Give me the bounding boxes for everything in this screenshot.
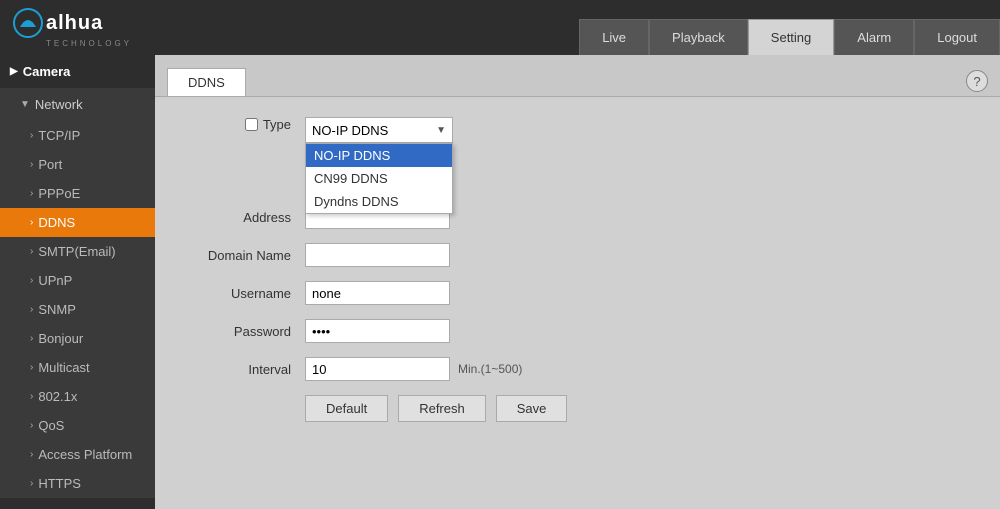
interval-hint: Min.(1~500) (458, 362, 522, 376)
username-input[interactable] (305, 281, 450, 305)
sidebar-item-snmp[interactable]: › SNMP (0, 295, 155, 324)
sidebar-item-qos[interactable]: › QoS (0, 411, 155, 440)
save-button[interactable]: Save (496, 395, 568, 422)
sidebar-item-network[interactable]: ▼ Network (0, 88, 155, 121)
sidebar-item-multicast[interactable]: › Multicast (0, 353, 155, 382)
interval-label: Interval (248, 362, 291, 377)
sidebar-label-camera: Camera (23, 64, 71, 79)
sidebar-label-8021x: 802.1x (38, 389, 77, 404)
sidebar-item-upnp[interactable]: › UPnP (0, 266, 155, 295)
sidebar-item-camera[interactable]: ▶ Camera (0, 55, 155, 88)
tab-playback[interactable]: Playback (649, 19, 748, 55)
camera-arrow-icon: ▶ (10, 66, 18, 77)
port-arrow-icon: › (30, 159, 33, 170)
bonjour-arrow-icon: › (30, 333, 33, 344)
type-dropdown-list: NO-IP DDNS CN99 DDNS Dyndns DDNS (305, 143, 453, 214)
sidebar-item-https[interactable]: › HTTPS (0, 469, 155, 498)
smtp-arrow-icon: › (30, 246, 33, 257)
sidebar-item-tcpip[interactable]: › TCP/IP (0, 121, 155, 150)
sidebar-label-access-platform: Access Platform (38, 447, 132, 462)
dropdown-option-noip[interactable]: NO-IP DDNS (306, 144, 452, 167)
logo: alhua TECHNOLOGY (0, 1, 155, 54)
username-row: Username (185, 281, 970, 305)
password-input[interactable] (305, 319, 450, 343)
sidebar-label-network: Network (35, 97, 83, 112)
access-platform-arrow-icon: › (30, 449, 33, 460)
sidebar: ▶ Camera ▼ Network › TCP/IP › Port › PPP… (0, 55, 155, 509)
tab-logout[interactable]: Logout (914, 19, 1000, 55)
tab-setting[interactable]: Setting (748, 19, 834, 55)
sidebar-label-ddns: DDNS (38, 215, 75, 230)
sidebar-label-tcpip: TCP/IP (38, 128, 80, 143)
form-area: Type NO-IP DDNS ▼ NO-IP DDNS CN99 DDNS D… (155, 97, 1000, 509)
sidebar-item-pppoe[interactable]: › PPPoE (0, 179, 155, 208)
page-tab-label: DDNS (167, 68, 246, 96)
dropdown-option-cn99[interactable]: CN99 DDNS (306, 167, 452, 190)
sidebar-label-upnp: UPnP (38, 273, 72, 288)
type-label: Type (263, 117, 291, 132)
sidebar-item-event[interactable]: ▶ Event (0, 498, 155, 509)
dropdown-arrow-icon: ▼ (436, 125, 446, 136)
snmp-arrow-icon: › (30, 304, 33, 315)
sidebar-label-pppoe: PPPoE (38, 186, 80, 201)
type-checkbox[interactable] (245, 118, 258, 131)
logo-sub: TECHNOLOGY (46, 39, 132, 48)
sidebar-label-multicast: Multicast (38, 360, 89, 375)
domain-name-row: Domain Name (185, 243, 970, 267)
default-button[interactable]: Default (305, 395, 388, 422)
content-area: DDNS ? Type NO-IP DDNS ▼ NO-IP DDNS (155, 55, 1000, 509)
sidebar-item-ddns[interactable]: › DDNS (0, 208, 155, 237)
sidebar-label-smtp: SMTP(Email) (38, 244, 115, 259)
dropdown-option-dyndns[interactable]: Dyndns DDNS (306, 190, 452, 213)
address-row: Address (185, 205, 970, 229)
sidebar-label-bonjour: Bonjour (38, 331, 83, 346)
sidebar-item-8021x[interactable]: › 802.1x (0, 382, 155, 411)
tcpip-arrow-icon: › (30, 130, 33, 141)
sidebar-item-access-platform[interactable]: › Access Platform (0, 440, 155, 469)
sidebar-item-port[interactable]: › Port (0, 150, 155, 179)
tab-alarm[interactable]: Alarm (834, 19, 914, 55)
pppoe-arrow-icon: › (30, 188, 33, 199)
domain-name-label: Domain Name (208, 248, 291, 263)
content-header: DDNS ? (155, 55, 1000, 97)
sidebar-label-port: Port (38, 157, 62, 172)
password-label: Password (234, 324, 291, 339)
upnp-arrow-icon: › (30, 275, 33, 286)
sidebar-item-smtp[interactable]: › SMTP(Email) (0, 237, 155, 266)
sidebar-label-https: HTTPS (38, 476, 81, 491)
tab-live[interactable]: Live (579, 19, 649, 55)
sidebar-label-snmp: SNMP (38, 302, 76, 317)
type-row: Type NO-IP DDNS ▼ NO-IP DDNS CN99 DDNS D… (185, 117, 970, 143)
domain-name-input[interactable] (305, 243, 450, 267)
https-arrow-icon: › (30, 478, 33, 489)
type-selected-value: NO-IP DDNS (312, 123, 388, 138)
interval-row: Interval Min.(1~500) (185, 357, 970, 381)
username-label: Username (231, 286, 291, 301)
logo-icon (12, 7, 44, 39)
multicast-arrow-icon: › (30, 362, 33, 373)
logo-brand: alhua (46, 12, 103, 35)
buttons-row: Default Refresh Save (185, 395, 970, 422)
sidebar-item-bonjour[interactable]: › Bonjour (0, 324, 155, 353)
network-arrow-icon: ▼ (20, 99, 30, 110)
help-button[interactable]: ? (966, 70, 988, 92)
refresh-button[interactable]: Refresh (398, 395, 486, 422)
type-dropdown[interactable]: NO-IP DDNS ▼ NO-IP DDNS CN99 DDNS Dyndns… (305, 117, 453, 143)
8021x-arrow-icon: › (30, 391, 33, 402)
interval-input[interactable] (305, 357, 450, 381)
address-label: Address (243, 210, 291, 225)
password-row: Password (185, 319, 970, 343)
qos-arrow-icon: › (30, 420, 33, 431)
sidebar-label-qos: QoS (38, 418, 64, 433)
ddns-arrow-icon: › (30, 217, 33, 228)
